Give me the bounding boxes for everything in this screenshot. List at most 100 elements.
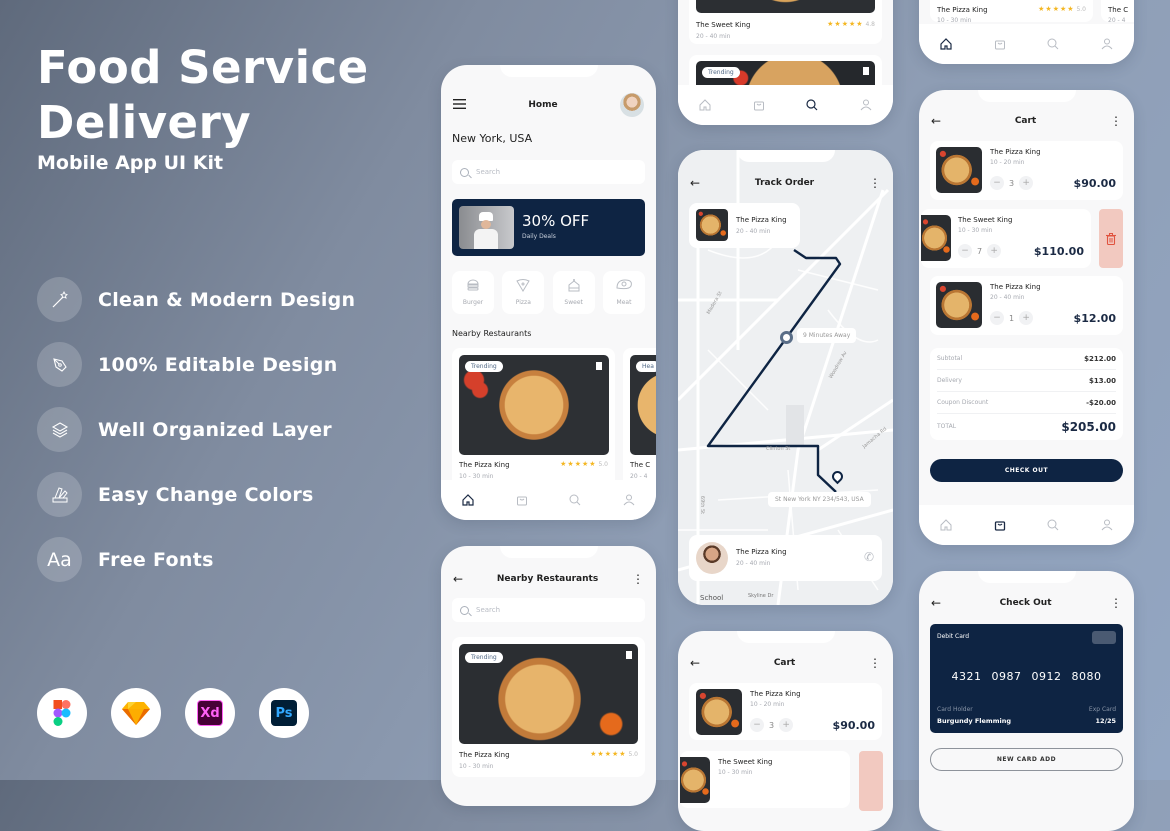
- location[interactable]: New York, USA: [452, 132, 532, 145]
- restaurant-name: The C: [1108, 6, 1129, 14]
- more-icon[interactable]: ⋮: [869, 177, 881, 189]
- more-icon[interactable]: ⋮: [1110, 597, 1122, 609]
- back-arrow-icon[interactable]: ←: [453, 573, 463, 585]
- tab-profile[interactable]: [1100, 37, 1114, 51]
- back-arrow-icon[interactable]: ←: [931, 597, 941, 609]
- feature-list: Clean & Modern Design 100% Editable Desi…: [37, 277, 355, 602]
- decrease-button[interactable]: −: [750, 718, 764, 732]
- more-icon[interactable]: ⋮: [632, 573, 644, 585]
- phone-icon[interactable]: ✆: [864, 550, 874, 564]
- menu-icon[interactable]: [453, 99, 466, 111]
- quantity-stepper[interactable]: −1 +: [990, 311, 1034, 325]
- bag-icon: [994, 40, 1005, 50]
- quantity-stepper[interactable]: −3 +: [990, 176, 1034, 190]
- more-icon[interactable]: ⋮: [869, 657, 881, 669]
- search-icon: [1047, 519, 1059, 531]
- tab-home[interactable]: [939, 37, 953, 51]
- decrease-button[interactable]: −: [990, 311, 1004, 325]
- category-burger[interactable]: Burger: [452, 271, 494, 314]
- tab-profile[interactable]: [859, 98, 873, 112]
- debit-card[interactable]: Debit Card 4321 0987 0912 8080 Card Hold…: [930, 624, 1123, 733]
- search-icon: [1047, 38, 1059, 50]
- promo-subtitle: Daily Deals: [522, 233, 556, 240]
- decrease-button[interactable]: −: [958, 244, 972, 258]
- increase-button[interactable]: +: [987, 244, 1002, 258]
- item-time: 10 - 30 min: [958, 227, 993, 234]
- restaurant-card[interactable]: The Sweet King ★★★★★ 4.8 20 - 40 min: [689, 0, 882, 44]
- notch: [499, 546, 598, 558]
- avatar[interactable]: [619, 93, 644, 117]
- cart-item[interactable]: The Pizza King 10 - 20 min −3 + $90.00: [930, 141, 1123, 200]
- tab-cart[interactable]: [515, 493, 529, 507]
- item-price: $90.00: [1073, 177, 1116, 190]
- bookmark-icon[interactable]: [626, 651, 632, 659]
- cart-item[interactable]: The Pizza King 20 - 40 min −1 + $12.00: [930, 276, 1123, 335]
- tab-search[interactable]: [1046, 37, 1060, 51]
- bookmark-icon[interactable]: [863, 67, 869, 75]
- delete-button[interactable]: [859, 751, 883, 811]
- category-sweet[interactable]: Sweet: [552, 271, 595, 314]
- category-pizza[interactable]: Pizza: [502, 271, 545, 314]
- tab-search[interactable]: [1046, 518, 1060, 532]
- trending-badge: Trending: [465, 652, 503, 663]
- new-card-button[interactable]: NEW CARD ADD: [930, 748, 1123, 771]
- tab-home[interactable]: [698, 98, 712, 112]
- tab-cart[interactable]: [993, 518, 1007, 532]
- tab-cart[interactable]: [993, 37, 1007, 51]
- tool-icons: Xd Ps: [37, 688, 309, 738]
- summary-value: $13.00: [1088, 376, 1116, 385]
- cart-item[interactable]: The Pizza King 10 - 20 min −3 + $90.00: [689, 683, 882, 740]
- checkout-button[interactable]: CHECK OUT: [930, 459, 1123, 482]
- tab-search[interactable]: [805, 98, 819, 112]
- increase-button[interactable]: +: [1019, 176, 1034, 190]
- item-image: [936, 147, 982, 193]
- decrease-button[interactable]: −: [990, 176, 1004, 190]
- back-arrow-icon[interactable]: ←: [931, 115, 941, 127]
- back-arrow-icon[interactable]: ←: [690, 657, 700, 669]
- driver-card[interactable]: The Pizza King 20 - 40 min ✆: [689, 535, 882, 581]
- restaurant-card[interactable]: Trending The Pizza King ★★★★★ 5.0 10 - 3…: [452, 637, 645, 777]
- card-chip-icon: [1092, 631, 1116, 644]
- holder-label: Card Holder: [937, 706, 973, 713]
- card-number-group: 8080: [1071, 670, 1102, 683]
- quantity-value: 7: [977, 246, 983, 256]
- restaurant-time: 20 - 4: [630, 473, 648, 480]
- restaurant-card[interactable]: Hea The C 20 - 4: [623, 348, 656, 488]
- feature-label: Easy Change Colors: [98, 483, 314, 506]
- increase-button[interactable]: +: [1019, 311, 1034, 325]
- restaurant-card[interactable]: Trending The Pizza King ★★★★★ 5.0 10 - 3…: [452, 348, 615, 488]
- quantity-stepper[interactable]: −7 +: [958, 244, 1002, 258]
- restaurant-rating: ★★★★★ 5.0: [1038, 5, 1086, 13]
- search-input[interactable]: Search: [452, 160, 645, 184]
- feature-label: Well Organized Layer: [98, 418, 332, 441]
- tab-home[interactable]: [939, 518, 953, 532]
- category-meat[interactable]: Meat: [602, 271, 645, 314]
- promo-banner[interactable]: 30% OFF Daily Deals: [452, 199, 645, 256]
- holder-name: Burgundy Flemming: [937, 717, 1011, 725]
- bookmark-icon[interactable]: [596, 362, 602, 370]
- restaurant-info-card[interactable]: The Pizza King 20 - 40 min: [689, 203, 800, 248]
- delete-button[interactable]: [1099, 209, 1123, 268]
- restaurant-card[interactable]: The C 20 - 4: [1101, 0, 1134, 24]
- more-icon[interactable]: ⋮: [1110, 115, 1122, 127]
- increase-button[interactable]: +: [779, 718, 794, 732]
- item-time: 10 - 20 min: [750, 701, 785, 708]
- tab-home[interactable]: [461, 493, 475, 507]
- tab-search[interactable]: [568, 493, 582, 507]
- stars-icon: ★★★★★: [827, 20, 864, 28]
- driver-name: The Pizza King: [736, 548, 787, 556]
- summary-label: Coupon Discount: [937, 399, 989, 406]
- cart-item[interactable]: The Sweet King 10 - 30 min −7 + $110.00: [921, 209, 1091, 268]
- quantity-stepper[interactable]: −3 +: [750, 718, 794, 732]
- restaurant-time: 20 - 4: [1108, 17, 1126, 24]
- phone-nearby: ← Nearby Restaurants ⋮ Search Trending T…: [441, 546, 656, 806]
- search-input[interactable]: Search: [452, 598, 645, 622]
- tab-profile[interactable]: [622, 493, 636, 507]
- tab-profile[interactable]: [1100, 518, 1114, 532]
- restaurant-card[interactable]: The Pizza King ★★★★★ 5.0 10 - 30 min: [930, 0, 1093, 24]
- category-label: Pizza: [515, 299, 531, 306]
- back-arrow-icon[interactable]: ←: [690, 177, 700, 189]
- tab-cart[interactable]: [752, 98, 766, 112]
- home-topbar: Home: [441, 93, 656, 117]
- layers-icon: [37, 407, 82, 452]
